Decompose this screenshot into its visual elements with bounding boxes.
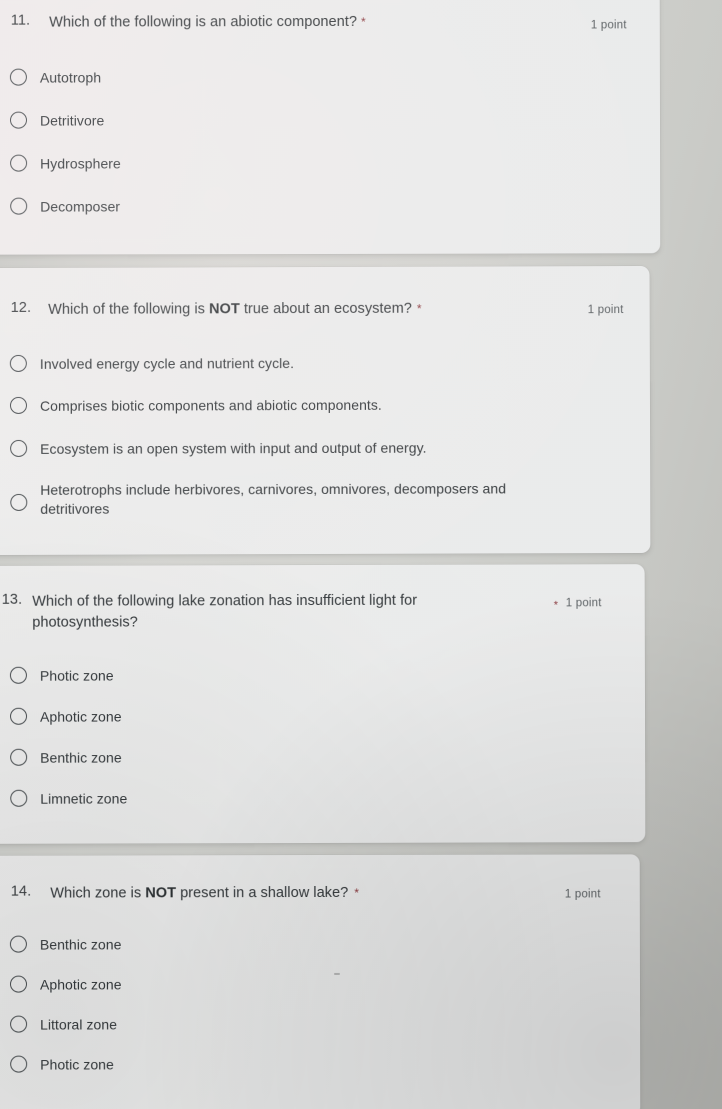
radio-button-icon[interactable] xyxy=(10,707,28,725)
radio-button-icon[interactable] xyxy=(9,111,28,129)
question-13-header: 13. Which of the following lake zonation… xyxy=(2,590,512,632)
question-11-option-0[interactable]: Autotroph xyxy=(9,68,102,87)
question-11-option-2[interactable]: Hydrosphere xyxy=(10,154,121,173)
question-14-prompt-suffix: present in a shallow lake? xyxy=(176,884,349,902)
question-13-option-0[interactable]: Photic zone xyxy=(9,666,114,686)
question-12-points: 1 point xyxy=(587,304,624,317)
question-14-option-3[interactable]: Photic zone xyxy=(10,1055,114,1074)
question-12-option-3[interactable]: Heterotrophs include herbivores, carnivo… xyxy=(10,479,590,519)
question-11-option-3[interactable]: Decomposer xyxy=(10,197,120,216)
radio-button-icon[interactable] xyxy=(10,789,28,807)
option-label: Detritivore xyxy=(39,112,105,129)
radio-button-icon[interactable] xyxy=(9,68,27,86)
question-14-header: 14. Which zone is NOT present in a shall… xyxy=(11,883,441,904)
option-label: Decomposer xyxy=(40,198,121,215)
radio-button-icon[interactable] xyxy=(9,396,28,414)
question-13-text: Which of the following lake zonation has… xyxy=(32,592,418,631)
question-13-option-2[interactable]: Benthic zone xyxy=(10,748,122,768)
radio-button-icon[interactable] xyxy=(10,748,28,766)
question-12-prompt-suffix: true about an ecosystem? xyxy=(239,300,412,318)
question-13-option-3[interactable]: Limnetic zone xyxy=(10,789,127,808)
question-card-12: 12. Which of the following is NOT true a… xyxy=(0,265,651,556)
option-label: Autotroph xyxy=(39,69,102,86)
radio-button-icon[interactable] xyxy=(9,935,27,953)
radio-button-icon[interactable] xyxy=(10,439,28,457)
question-11-number: 11. xyxy=(10,12,31,29)
question-card-13: 13. Which of the following lake zonation… xyxy=(0,564,646,844)
radio-button-icon[interactable] xyxy=(10,197,28,215)
question-14-points: 1 point xyxy=(564,888,601,901)
radio-button-icon[interactable] xyxy=(10,154,28,172)
question-11-prompt: Which of the following is an abiotic com… xyxy=(49,13,358,31)
question-14-prompt-emphasis: NOT xyxy=(145,885,177,902)
radio-button-icon[interactable] xyxy=(10,1055,28,1073)
question-13-number: 13. xyxy=(1,591,23,608)
question-card-11: 11. Which of the following is an abiotic… xyxy=(0,0,661,255)
question-14-number: 14. xyxy=(10,883,32,900)
option-label: Involved energy cycle and nutrient cycle… xyxy=(39,355,295,372)
question-11-text: Which of the following is an abiotic com… xyxy=(49,12,366,33)
option-label: Ecosystem is an open system with input a… xyxy=(40,439,427,457)
question-14-prompt-prefix: Which zone is xyxy=(50,885,146,902)
question-12-prompt-prefix: Which of the following is xyxy=(48,301,210,318)
question-card-14: 14. Which zone is NOT present in a shall… xyxy=(0,854,641,1109)
option-label: Photic zone xyxy=(40,1056,114,1073)
question-13-required-asterisk: * xyxy=(553,599,559,612)
photographed-screen: 11. Which of the following is an abiotic… xyxy=(0,0,722,1109)
option-label: Littoral zone xyxy=(40,1016,118,1033)
dust-speck xyxy=(333,972,340,975)
question-12-option-1[interactable]: Comprises biotic components and abiotic … xyxy=(9,396,382,416)
option-label: Heterotrophs include herbivores, carnivo… xyxy=(40,480,507,517)
question-14-option-0[interactable]: Benthic zone xyxy=(9,935,122,954)
option-label: Benthic zone xyxy=(40,749,122,766)
option-label: Benthic zone xyxy=(39,936,122,953)
question-11-option-1[interactable]: Detritivore xyxy=(9,111,105,130)
radio-button-icon[interactable] xyxy=(9,975,28,993)
question-14-option-2[interactable]: Littoral zone xyxy=(10,1015,117,1034)
question-12-header: 12. Which of the following is NOT true a… xyxy=(11,298,511,320)
option-label: Photic zone xyxy=(39,667,114,684)
question-12-prompt-emphasis: NOT xyxy=(209,301,240,318)
option-label: Comprises biotic components and abiotic … xyxy=(39,396,382,414)
option-label: Limnetic zone xyxy=(40,790,128,807)
question-12-number: 12. xyxy=(10,299,32,316)
question-12-required-asterisk: * xyxy=(416,301,422,316)
question-13-points: 1 point xyxy=(565,597,602,610)
question-12-text: Which of the following is NOT true about… xyxy=(48,299,422,321)
option-label: Hydrosphere xyxy=(40,155,121,172)
radio-button-icon[interactable] xyxy=(10,1015,28,1033)
question-14-required-asterisk: * xyxy=(354,885,360,900)
question-12-option-2[interactable]: Ecosystem is an open system with input a… xyxy=(10,439,427,459)
question-11-points: 1 point xyxy=(590,19,627,32)
radio-button-icon[interactable] xyxy=(10,493,28,511)
radio-button-icon[interactable] xyxy=(9,354,27,372)
question-12-option-0[interactable]: Involved energy cycle and nutrient cycle… xyxy=(9,354,295,374)
question-14-option-1[interactable]: Aphotic zone xyxy=(9,975,122,994)
option-label: Aphotic zone xyxy=(39,976,122,993)
question-14-text: Which zone is NOT present in a shallow l… xyxy=(50,883,359,904)
radio-button-icon[interactable] xyxy=(9,666,27,684)
question-11-header: 11. Which of the following is an abiotic… xyxy=(11,12,481,33)
question-11-required-asterisk: * xyxy=(360,14,366,29)
option-label: Aphotic zone xyxy=(40,708,122,725)
question-13-option-1[interactable]: Aphotic zone xyxy=(10,707,122,727)
